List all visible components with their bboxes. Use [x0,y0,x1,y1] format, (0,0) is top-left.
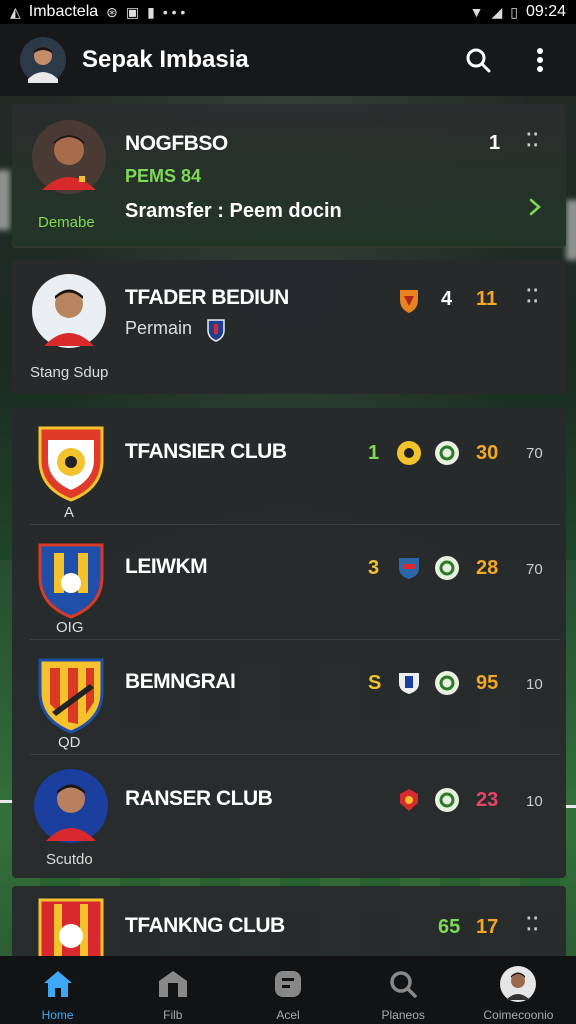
nav-planeos[interactable]: Planeos [346,956,461,1024]
signal-icon: ◢ [491,3,503,20]
club-name: TFANKNG CLUB [125,914,285,937]
more-vert-icon [537,48,543,72]
nav-label: Planeos [381,1008,425,1022]
club-name: TFANSIER CLUB [125,440,287,463]
club-score2: 28 [476,557,499,579]
home-icon [43,971,72,997]
club-name: LEIWKM [125,555,208,578]
club-badge-icon [38,426,104,502]
search-icon [390,971,417,998]
club-score2: 95 [476,672,499,694]
player-portrait [32,274,106,348]
nav-label: Coimecoonio [483,1008,554,1022]
card-icon [275,971,301,997]
nav-profile[interactable]: Coimecoonio [461,956,576,1024]
clubs-list: A TFANSIER CLUB 1 30 70 OIG LEIWKM 3 28 … [12,408,566,878]
club-shield-icon [400,290,418,313]
club-crest-icon [207,319,225,342]
club-score1: 1 [368,442,380,464]
sync-icon: ⊛ [106,3,118,20]
stadium-icon [158,971,187,997]
featured-count: 1 [489,132,501,154]
app-bar: Sepak Imbasia [0,24,576,96]
featured-caption: Demabe [38,214,95,231]
player-name: TFADER BEDIUN [125,286,289,309]
battery-small-icon: ▮ [147,3,155,20]
club-score2: 30 [476,442,499,464]
club-score1: 3 [368,557,380,579]
club-caption: A [64,504,75,521]
app-notification-icon: ◭ [10,3,21,20]
wifi-icon: ▼ [469,4,484,20]
nav-label: Acel [276,1008,300,1022]
club-player-portrait [34,769,108,843]
trophy-icon [397,441,421,465]
featured-more-icon[interactable]: ⁚⁚ [526,130,539,151]
nav-label: Home [41,1008,74,1022]
club-row-last[interactable]: TFANKNG CLUB 65 17 ⁚⁚ [12,886,566,958]
club-val1: 65 [438,916,461,938]
app-title: Sepak Imbasia [82,46,249,73]
club-row[interactable]: OIG LEIWKM 3 28 70 [12,525,566,639]
player-more-icon[interactable]: ⁚⁚ [526,286,539,307]
club-name: BEMNGRAI [125,670,236,693]
club-crest-icon [399,558,419,579]
club-score1: S [368,672,382,694]
club-caption: QD [58,734,81,751]
club-val2: 17 [476,916,499,938]
club-extra: 10 [526,793,543,810]
club-row[interactable]: A TFANSIER CLUB 1 30 70 [12,408,566,524]
club-extra: 70 [526,561,543,578]
player-val2: 11 [476,288,498,310]
profile-icon [500,966,537,1002]
nav-label: Filb [163,1008,183,1022]
search-icon [466,48,491,73]
user-avatar[interactable] [20,37,66,83]
club-badge-icon [38,898,104,958]
status-dot-icon [435,788,459,812]
club-caption: Scutdo [46,851,93,868]
club-extra: 70 [526,445,543,462]
club-extra: 10 [526,676,543,693]
club-name: RANSER CLUB [125,787,273,810]
club-badge-icon [38,658,104,734]
status-dot-icon [435,556,459,580]
featured-name: NOGFBSO [125,132,228,155]
bottom-navigation: Home Filb Acel Planeos Coimecoonio [0,956,576,1024]
nav-filb[interactable]: Filb [115,956,230,1024]
image-icon: ▣ [125,3,140,20]
featured-stat: PEMS 84 [125,166,202,186]
club-crest-icon [400,789,418,811]
club-crest-icon [399,673,419,694]
nav-home[interactable]: Home [0,956,115,1024]
more-notifications-icon: • • • [162,4,186,20]
search-button[interactable] [462,44,494,76]
player-position: Permain [125,318,193,338]
status-dot-icon [435,441,459,465]
club-row[interactable]: QD BEMNGRAI S 95 10 [12,640,566,754]
chevron-right-icon[interactable] [528,198,542,216]
status-dot-icon [435,671,459,695]
player-caption: Stang Sdup [30,364,109,381]
status-app-label: Imbactela [28,3,99,20]
club-score2: 23 [476,789,499,811]
status-time: 09:24 [525,3,566,20]
club-row[interactable]: Scutdo RANSER CLUB 23 10 [12,755,566,873]
nav-acel[interactable]: Acel [230,956,345,1024]
club-badge-icon [38,543,104,619]
more-options-button[interactable] [524,44,556,76]
battery-icon: ▯ [510,3,518,20]
player-card[interactable]: Stang Sdup TFADER BEDIUN Permain 4 11 ⁚⁚ [12,260,566,394]
status-bar: ◭ Imbactela ⊛ ▣ ▮ • • • ▼ ◢ ▯ 09:24 [0,0,576,24]
club-caption: OIG [56,619,84,636]
player-val1: 4 [441,288,453,310]
club-more-icon[interactable]: ⁚⁚ [526,914,539,935]
featured-transfer: Sramsfer : Peem docin [125,200,342,222]
featured-player-portrait [32,120,106,194]
featured-player-card[interactable]: Demabe NOGFBSO PEMS 84 Sramsfer : Peem d… [12,104,566,248]
